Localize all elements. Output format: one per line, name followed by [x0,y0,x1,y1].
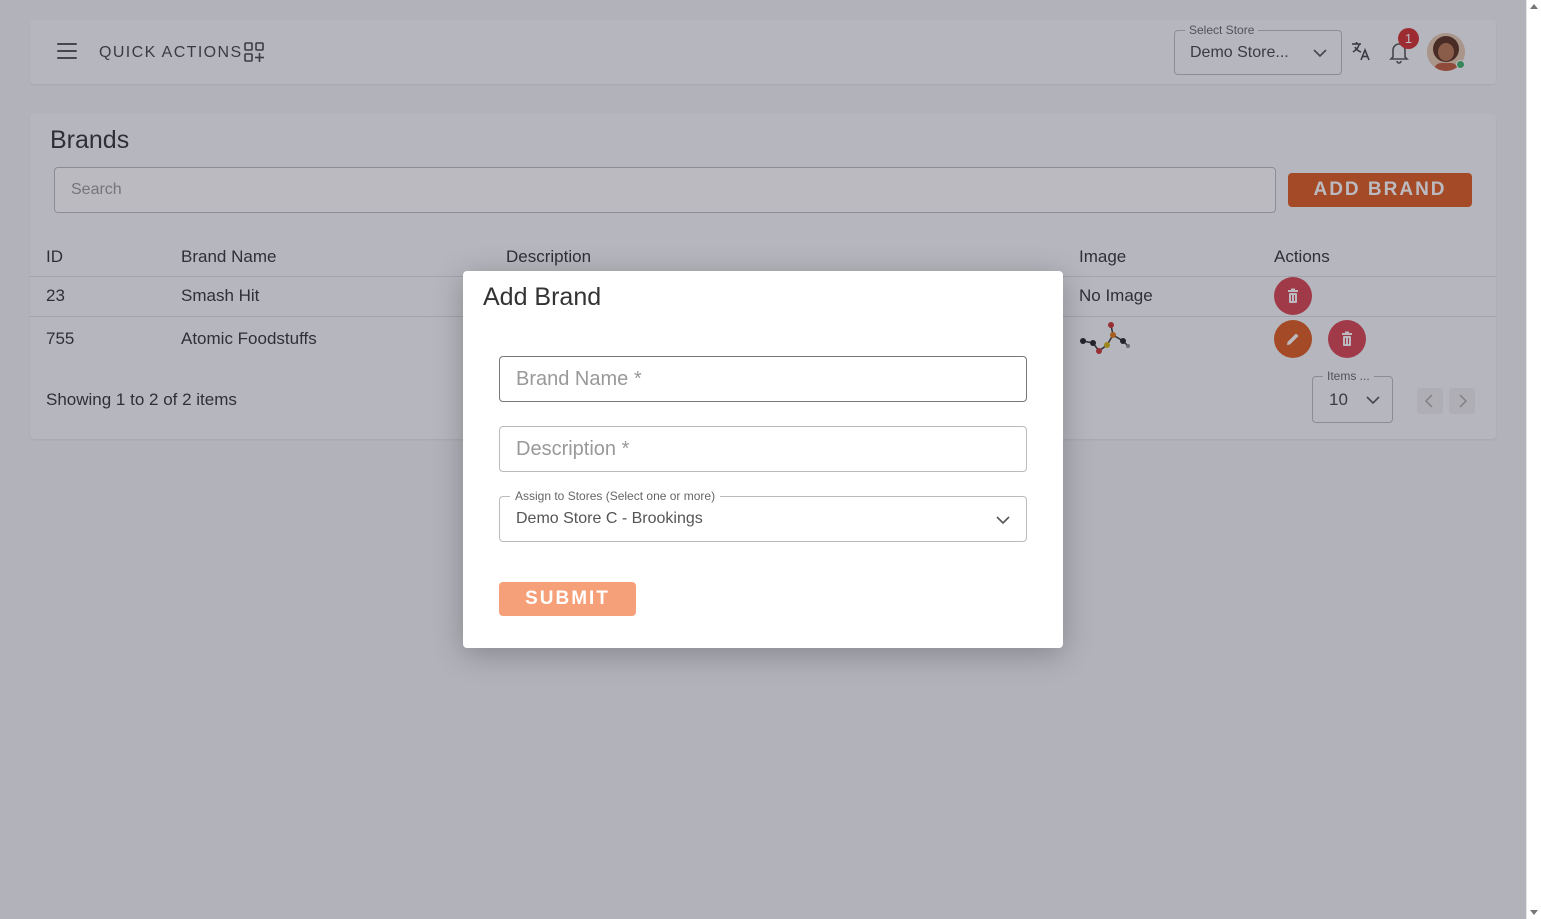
description-field[interactable] [499,426,1027,472]
chevron-down-icon [996,516,1010,525]
assign-stores-select[interactable]: Assign to Stores (Select one or more) De… [499,489,1027,542]
dialog-title: Add Brand [483,283,602,311]
brand-name-field[interactable] [499,356,1027,402]
submit-button[interactable]: SUBMIT [499,582,636,616]
assign-stores-legend: Assign to Stores (Select one or more) [510,489,721,503]
page-scrollbar[interactable] [1526,0,1541,919]
scroll-down-arrow-icon[interactable] [1530,910,1538,915]
add-brand-dialog: Add Brand Assign to Stores (Select one o… [463,271,1063,648]
assign-stores-value: Demo Store C - Brookings [516,510,703,527]
scroll-up-arrow-icon[interactable] [1530,4,1538,9]
